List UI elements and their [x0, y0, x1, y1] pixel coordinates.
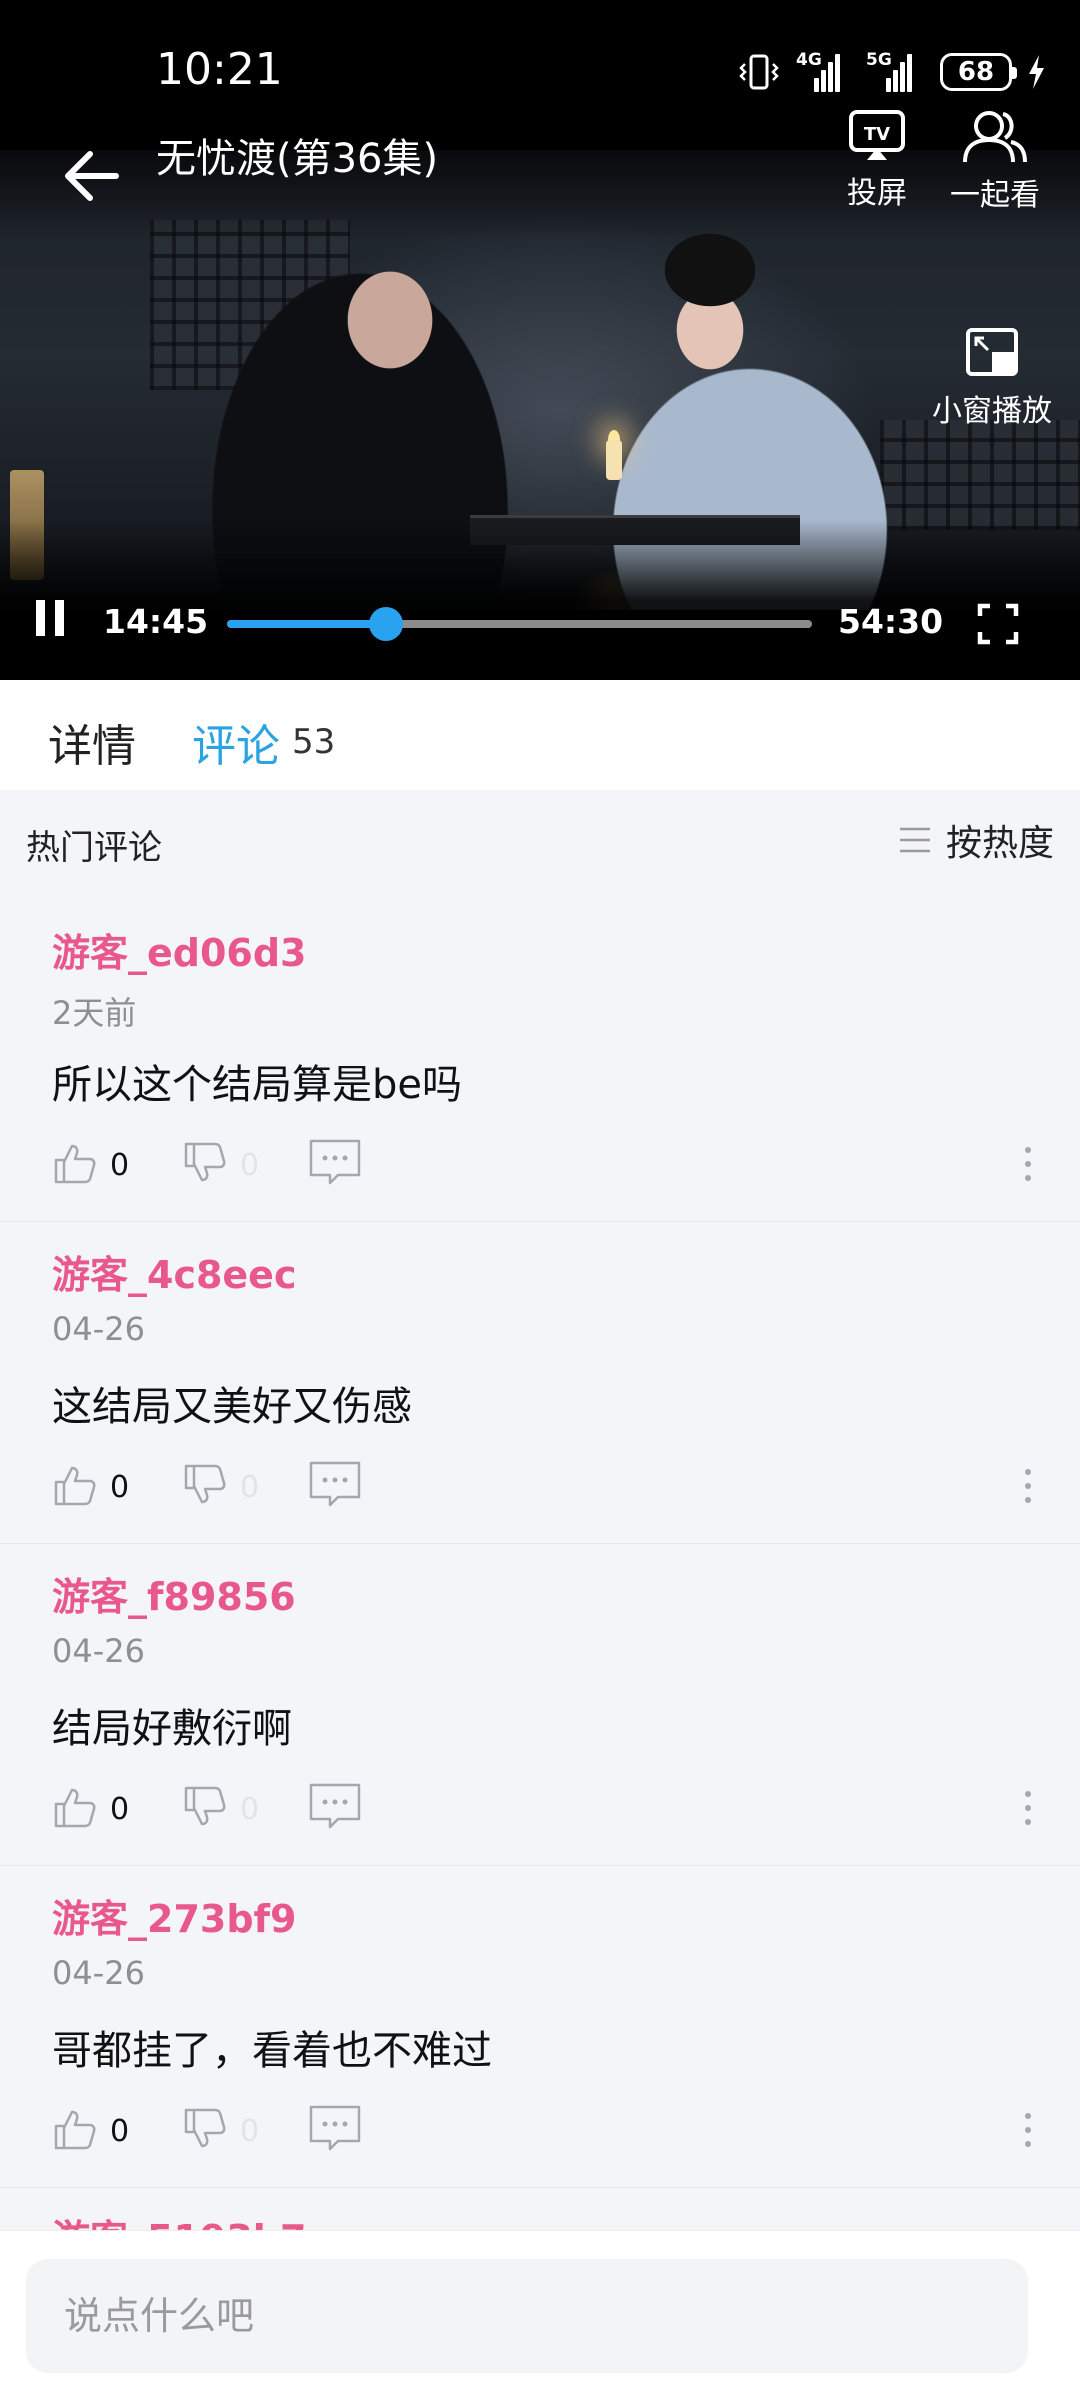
comment-username[interactable]: 游客_ed06d3 [52, 922, 307, 977]
users-icon [963, 111, 1027, 163]
comment-actions: 0 0 [52, 1132, 1042, 1188]
video-player[interactable]: 10:21 4G 5G 68 无忧渡(第36集) TV 投屏 一起看 小窗播放 … [0, 0, 1080, 680]
tab-bar: 详情 评论 53 [0, 680, 1080, 790]
reply-comment-icon[interactable] [308, 1782, 362, 1830]
candle [606, 440, 622, 480]
thumbs-up-icon[interactable] [52, 1140, 98, 1186]
comment-text: 哥都挂了，看着也不难过 [52, 2028, 492, 2074]
comment-text: 所以这个结局算是be吗 [52, 1062, 462, 1108]
battery-icon: 68 [940, 53, 1017, 91]
more-options-icon[interactable] [1018, 1142, 1038, 1186]
tab-comments[interactable]: 评论 [192, 710, 280, 774]
thumbs-up-icon[interactable] [52, 2106, 98, 2152]
like-count: 0 [110, 1148, 130, 1183]
tab-details[interactable]: 详情 [48, 710, 136, 774]
pause-button[interactable] [36, 600, 78, 640]
more-options-icon[interactable] [1018, 1464, 1038, 1508]
current-time: 14:45 [103, 602, 209, 641]
thumbs-down-icon[interactable] [182, 2106, 228, 2152]
comment-text: 这结局又美好又伤感 [52, 1384, 412, 1430]
pip-icon [966, 328, 1018, 376]
charging-icon [1029, 55, 1044, 89]
reply-comment-icon[interactable] [308, 2104, 362, 2152]
comment-date: 04-26 [52, 1310, 145, 1348]
svg-text:TV: TV [864, 124, 890, 145]
fullscreen-icon [977, 603, 1019, 645]
player-controls: 14:45 54:30 [0, 590, 1080, 654]
seek-bar[interactable] [227, 607, 812, 641]
tv-cast-icon: TV [849, 110, 905, 160]
reply-comment-icon[interactable] [308, 1460, 362, 1508]
comment-count: 53 [292, 722, 336, 762]
more-options-icon[interactable] [1018, 2108, 1038, 2152]
cast-label: 投屏 [847, 176, 907, 211]
thumbs-down-icon[interactable] [182, 1140, 228, 1186]
status-time: 10:21 [156, 44, 283, 95]
watch-together-button[interactable]: 一起看 [940, 108, 1050, 214]
comment-username[interactable]: 游客_273bf9 [52, 1888, 297, 1943]
comment-username-partial[interactable]: 游客_5193b7 [52, 2208, 306, 2232]
hot-comments-title: 热门评论 [26, 828, 162, 868]
status-icons: 4G 5G 68 [736, 50, 1046, 94]
comment-date: 2天前 [52, 994, 137, 1032]
thumbs-down-icon[interactable] [182, 1784, 228, 1830]
comment-username[interactable]: 游客_f89856 [52, 1566, 296, 1621]
cast-button[interactable]: TV 投屏 [822, 108, 932, 212]
back-arrow-icon [65, 151, 119, 201]
comment-input-bar [0, 2230, 1080, 2400]
comment-item: 游客_f89856 04-26 结局好敷衍啊 0 0 [0, 1544, 1080, 1866]
vibrate-icon [739, 54, 779, 90]
battery-level: 68 [957, 57, 995, 87]
video-title: 无忧渡(第36集) [156, 136, 439, 182]
total-time: 54:30 [838, 602, 944, 641]
comment-item: 游客_273bf9 04-26 哥都挂了，看着也不难过 0 0 [0, 1866, 1080, 2188]
thumbs-down-icon[interactable] [182, 1462, 228, 1508]
more-options-icon[interactable] [1018, 1786, 1038, 1830]
comment-actions: 0 0 [52, 1454, 1042, 1510]
thumbs-up-icon[interactable] [52, 1462, 98, 1508]
like-count: 0 [110, 1470, 130, 1505]
comment-username[interactable]: 游客_4c8eec [52, 1244, 296, 1299]
watch-together-label: 一起看 [950, 178, 1040, 213]
like-count: 0 [110, 1792, 130, 1827]
signal-5g-icon: 5G [866, 50, 926, 92]
comment-item: 游客_ed06d3 2天前 所以这个结局算是be吗 0 0 [0, 900, 1080, 1222]
comment-actions: 0 0 [52, 2098, 1042, 2154]
comment-date: 04-26 [52, 1954, 145, 1992]
comment-date: 04-26 [52, 1632, 145, 1670]
sort-button[interactable]: 按热度 [898, 814, 1054, 866]
back-button[interactable] [56, 140, 128, 212]
comments-header: 热门评论 按热度 [0, 790, 1080, 900]
comment-input[interactable] [26, 2259, 1028, 2373]
fullscreen-button[interactable] [976, 602, 1020, 646]
seek-progress [227, 620, 386, 628]
sort-list-icon [899, 827, 930, 853]
thumbs-up-icon[interactable] [52, 1784, 98, 1830]
dislike-count: 0 [240, 1792, 260, 1827]
pip-button[interactable]: 小窗播放 [922, 326, 1062, 430]
comment-text: 结局好敷衍啊 [52, 1706, 292, 1752]
pause-icon [36, 600, 45, 636]
seek-handle[interactable] [368, 607, 403, 641]
pip-label: 小窗播放 [932, 394, 1052, 429]
comment-item: 游客_4c8eec 04-26 这结局又美好又伤感 0 0 [0, 1222, 1080, 1544]
comment-actions: 0 0 [52, 1776, 1042, 1832]
dislike-count: 0 [240, 1148, 260, 1183]
reply-comment-icon[interactable] [308, 1138, 362, 1186]
sort-label: 按热度 [945, 823, 1054, 864]
signal-4g-icon: 4G [796, 50, 852, 92]
dislike-count: 0 [240, 2114, 260, 2149]
dislike-count: 0 [240, 1470, 260, 1505]
like-count: 0 [110, 2114, 130, 2149]
